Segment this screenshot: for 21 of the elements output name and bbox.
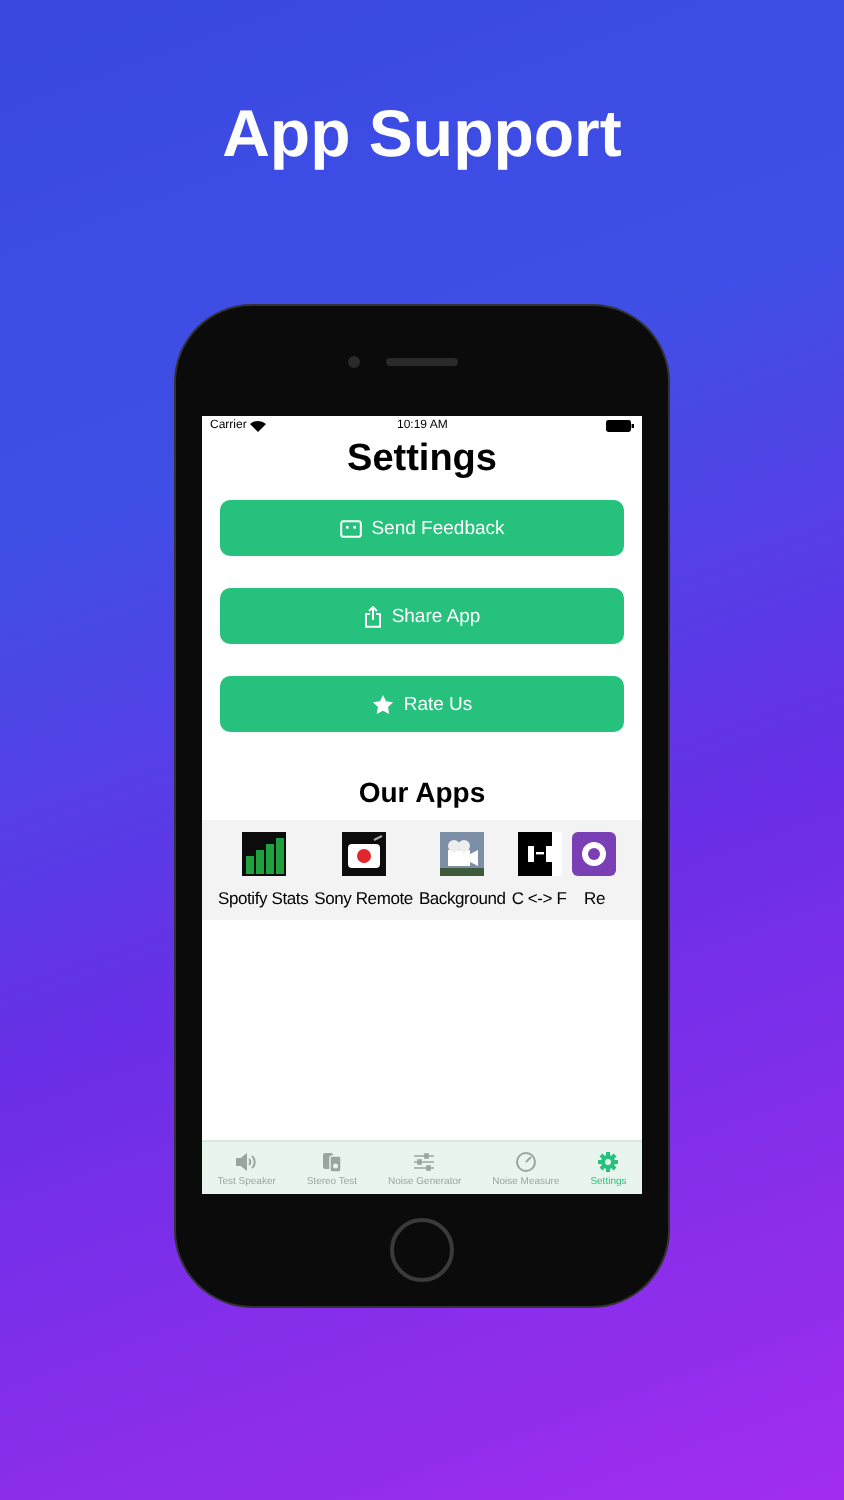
app-name: Sony Remote xyxy=(314,888,413,908)
section-heading: Our Apps xyxy=(358,776,486,808)
app-name: Background xyxy=(418,888,506,908)
sliders-icon xyxy=(412,1149,437,1173)
star-icon xyxy=(371,693,394,715)
face-icon xyxy=(339,519,362,537)
headline: App Support xyxy=(222,96,622,174)
speaker-icon xyxy=(234,1149,259,1173)
battery-icon xyxy=(606,420,634,432)
wifi-icon xyxy=(250,420,267,432)
gauge-icon xyxy=(513,1149,538,1173)
app-name: Spotify Stats xyxy=(218,888,309,908)
settings-icon xyxy=(596,1149,621,1173)
action-button[interactable]: Send Feedback xyxy=(220,500,624,556)
app-name: Re xyxy=(584,888,605,908)
share-icon xyxy=(363,605,382,627)
action-button[interactable]: Share App xyxy=(220,588,624,644)
speakers-icon xyxy=(319,1149,344,1173)
screen-title: Settings xyxy=(347,438,497,482)
app-name: C <-> F xyxy=(511,888,567,908)
action-button[interactable]: Rate Us xyxy=(220,676,624,732)
